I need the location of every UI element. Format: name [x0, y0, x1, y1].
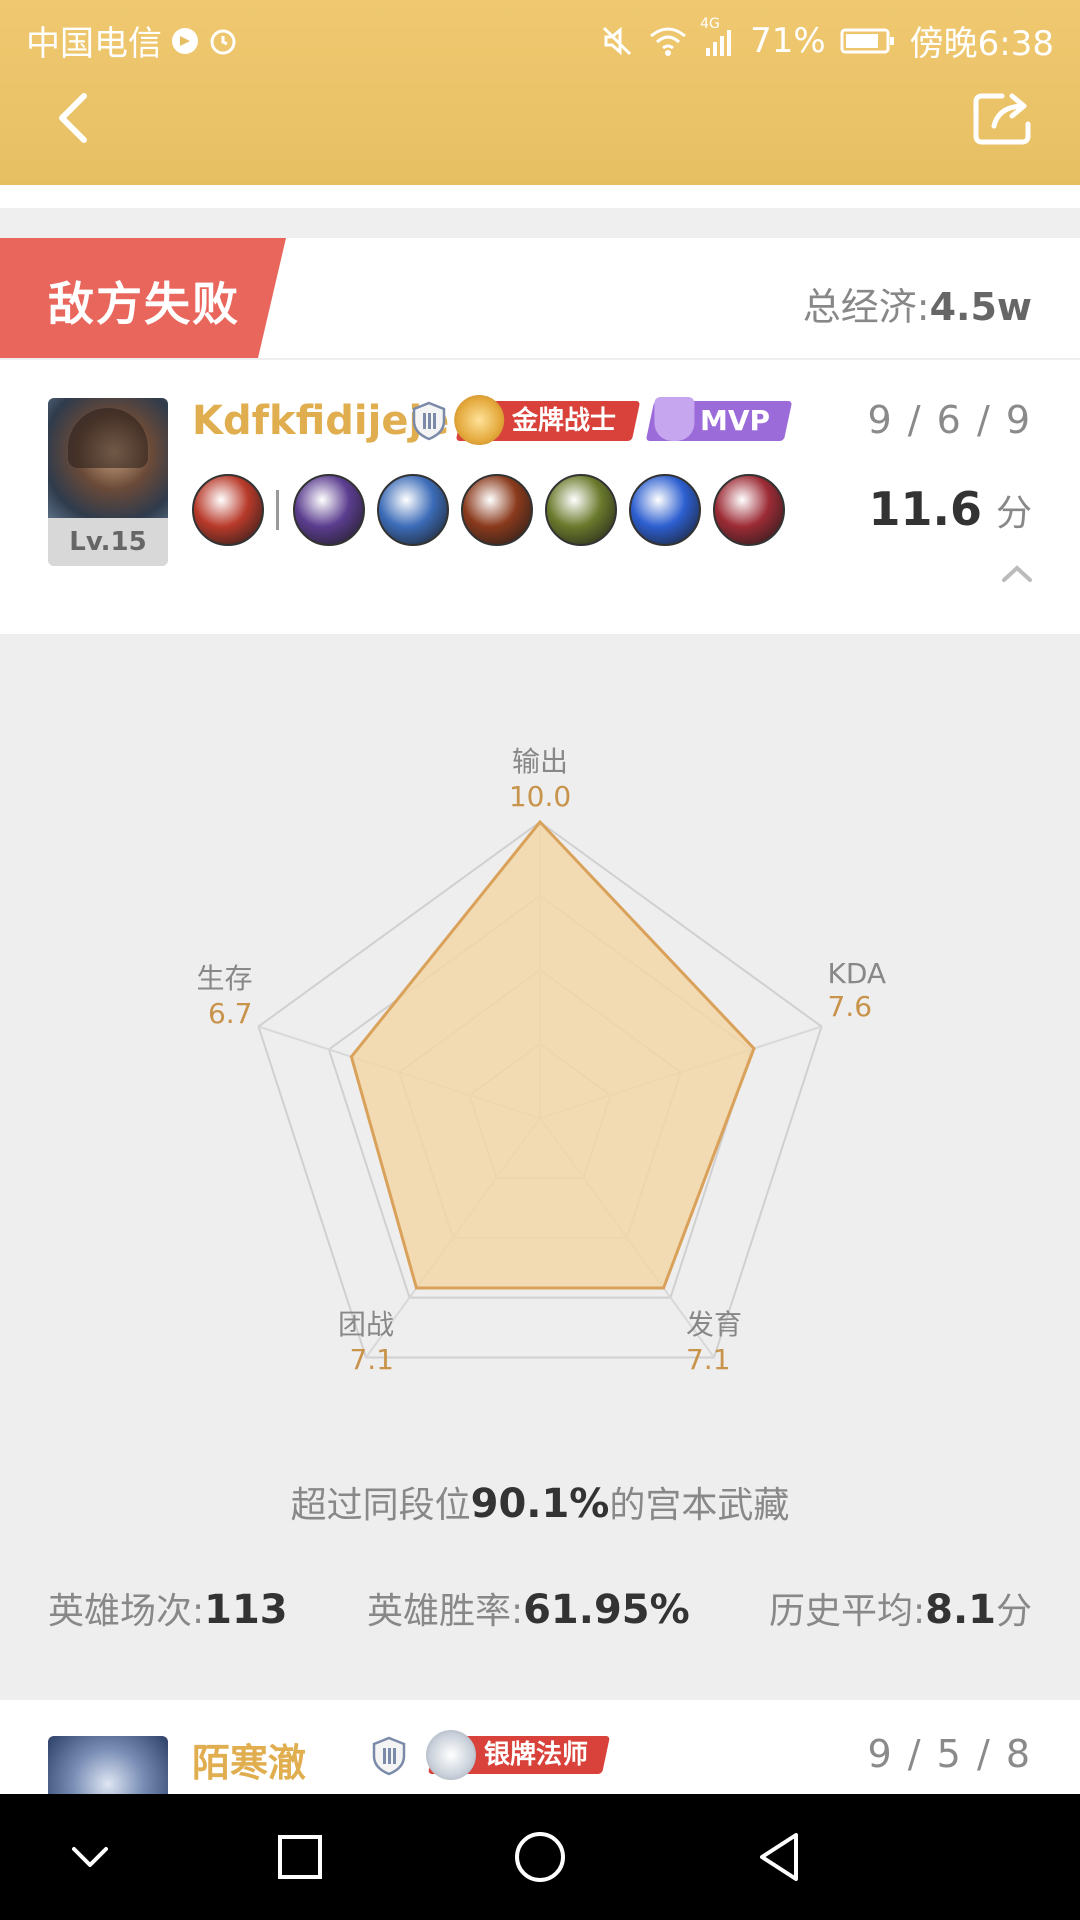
- radar-axis-value: 10.0: [508, 780, 572, 813]
- carrier-label: 中国电信: [26, 24, 162, 64]
- radar-axis-label: 输出 10.0: [460, 740, 620, 813]
- item-1-icon[interactable]: [293, 474, 365, 546]
- back-triangle-icon[interactable]: [750, 1827, 810, 1887]
- gold-medal-icon: [454, 395, 505, 445]
- score-value: 11.6: [868, 482, 982, 536]
- collapse-chevron-up-icon[interactable]: [1000, 562, 1034, 586]
- summary-prefix: 超过同段位: [290, 1485, 471, 1526]
- radar-axis-name: 发育: [685, 1308, 742, 1342]
- player-name[interactable]: Kdfkfidijeje: [192, 398, 449, 444]
- radar-axis-value: 7.1: [349, 1343, 394, 1377]
- share-button[interactable]: [972, 88, 1036, 148]
- result-label: 敌方失败: [48, 277, 240, 331]
- system-nav-bar: [0, 1794, 1080, 1920]
- rank-shield-icon-2: [372, 1736, 406, 1776]
- wifi-icon: [648, 24, 688, 58]
- radar-axis-value: 7.1: [685, 1343, 731, 1377]
- radar-axis-name: KDA: [827, 956, 887, 990]
- item-4-icon[interactable]: [545, 474, 617, 546]
- kda-value: 9 / 6 / 9: [867, 398, 1032, 442]
- hero-winrate: 英雄胜率:61.95%: [366, 1587, 690, 1633]
- rank-summary: 超过同段位90.1%的宫本武藏: [0, 1476, 1080, 1528]
- network-label: 4G: [700, 15, 720, 32]
- hero-games: 英雄场次:113: [48, 1587, 288, 1633]
- item-2-icon[interactable]: [377, 474, 449, 546]
- mvp-badge: MVP: [645, 397, 793, 441]
- radar-data-area: [349, 819, 756, 1290]
- gold-warrior-badge: 金牌战士: [454, 395, 641, 445]
- ability-radar-section: 超过同段位90.1%的宫本武藏 英雄场次:113 英雄胜率:61.95% 历史平…: [0, 634, 1080, 1700]
- status-bar: 中国电信 4G 71% 傍晚6:38: [0, 0, 1080, 75]
- summary-percent: 90.1%: [470, 1481, 610, 1527]
- spell-separator: [276, 490, 279, 530]
- alarm-icon: [208, 26, 238, 56]
- summary-suffix: 的宫本武藏: [609, 1485, 790, 1526]
- radar-axis-name: 输出: [511, 745, 568, 778]
- equipment-list: [192, 474, 797, 546]
- hero-avatar[interactable]: Lv.15: [48, 398, 168, 566]
- player-badges: 金牌战士 MVP: [412, 395, 793, 445]
- score: 11.6 分: [868, 482, 1032, 536]
- radar-axis-name: 团战: [337, 1308, 394, 1342]
- silver-mage-badge: 银牌法师: [426, 1730, 611, 1780]
- history-average: 历史平均:8.1分: [768, 1587, 1032, 1633]
- section-divider: [0, 208, 1080, 238]
- item-6-icon[interactable]: [713, 474, 785, 546]
- radar-axis-label: 团战 7.1: [234, 1303, 394, 1376]
- header: 中国电信 4G 71% 傍晚6:38: [0, 0, 1080, 185]
- player-row-2[interactable]: 陌寒澈 银牌法师 9 / 5 / 8: [0, 1700, 1080, 1794]
- radar-axis-label: 发育 7.1: [686, 1303, 846, 1376]
- radar-axis-label: KDA 7.6: [828, 957, 988, 1023]
- location-icon: [170, 26, 200, 56]
- player-row[interactable]: Lv.15 Kdfkfidijeje 金牌战士 MVP 9 / 6 / 9 11…: [0, 362, 1080, 634]
- rank-shield-icon: [412, 401, 446, 441]
- radar-axis-value: 6.7: [207, 996, 253, 1030]
- player-name-2[interactable]: 陌寒澈: [192, 1732, 306, 1787]
- kda-value-2: 9 / 5 / 8: [867, 1732, 1032, 1776]
- hero-stats: 英雄场次:113 英雄胜率:61.95% 历史平均:8.1分: [48, 1582, 1032, 1634]
- signal-icon: 4G: [700, 16, 736, 58]
- result-bar: 敌方失败 总经济:4.5w: [0, 238, 1080, 360]
- radar-axis-value: 7.6: [827, 989, 873, 1023]
- page: 中国电信 4G 71% 傍晚6:38 敌方失败 总经济:4.5w Lv.15 K…: [0, 0, 1080, 1920]
- item-5-icon[interactable]: [629, 474, 701, 546]
- home-circle-icon[interactable]: [510, 1827, 570, 1887]
- result-tag: 敌方失败: [0, 238, 286, 358]
- radar-axis-name: 生存: [196, 961, 253, 995]
- score-unit: 分: [995, 493, 1032, 534]
- battery-percent: 71%: [750, 20, 826, 61]
- item-3-icon[interactable]: [461, 474, 533, 546]
- recent-apps-square-icon[interactable]: [270, 1827, 330, 1887]
- radar-axis-label: 生存 6.7: [92, 957, 252, 1030]
- trophy-icon: [654, 397, 695, 441]
- hero-portrait: [48, 398, 168, 518]
- clock: 傍晚6:38: [909, 24, 1054, 64]
- back-button[interactable]: [50, 88, 100, 148]
- economy-value: 4.5w: [929, 285, 1032, 329]
- summoner-spell-icon[interactable]: [192, 474, 264, 546]
- hide-keyboard-chevron-down-icon[interactable]: [60, 1827, 120, 1887]
- total-economy: 总经济:4.5w: [803, 276, 1032, 331]
- level-badge: Lv.15: [48, 518, 168, 566]
- silver-medal-icon: [426, 1730, 476, 1780]
- economy-label: 总经济:: [802, 285, 930, 329]
- hero-avatar-2[interactable]: [48, 1736, 168, 1794]
- mute-icon: [600, 24, 634, 58]
- battery-icon: [840, 26, 896, 56]
